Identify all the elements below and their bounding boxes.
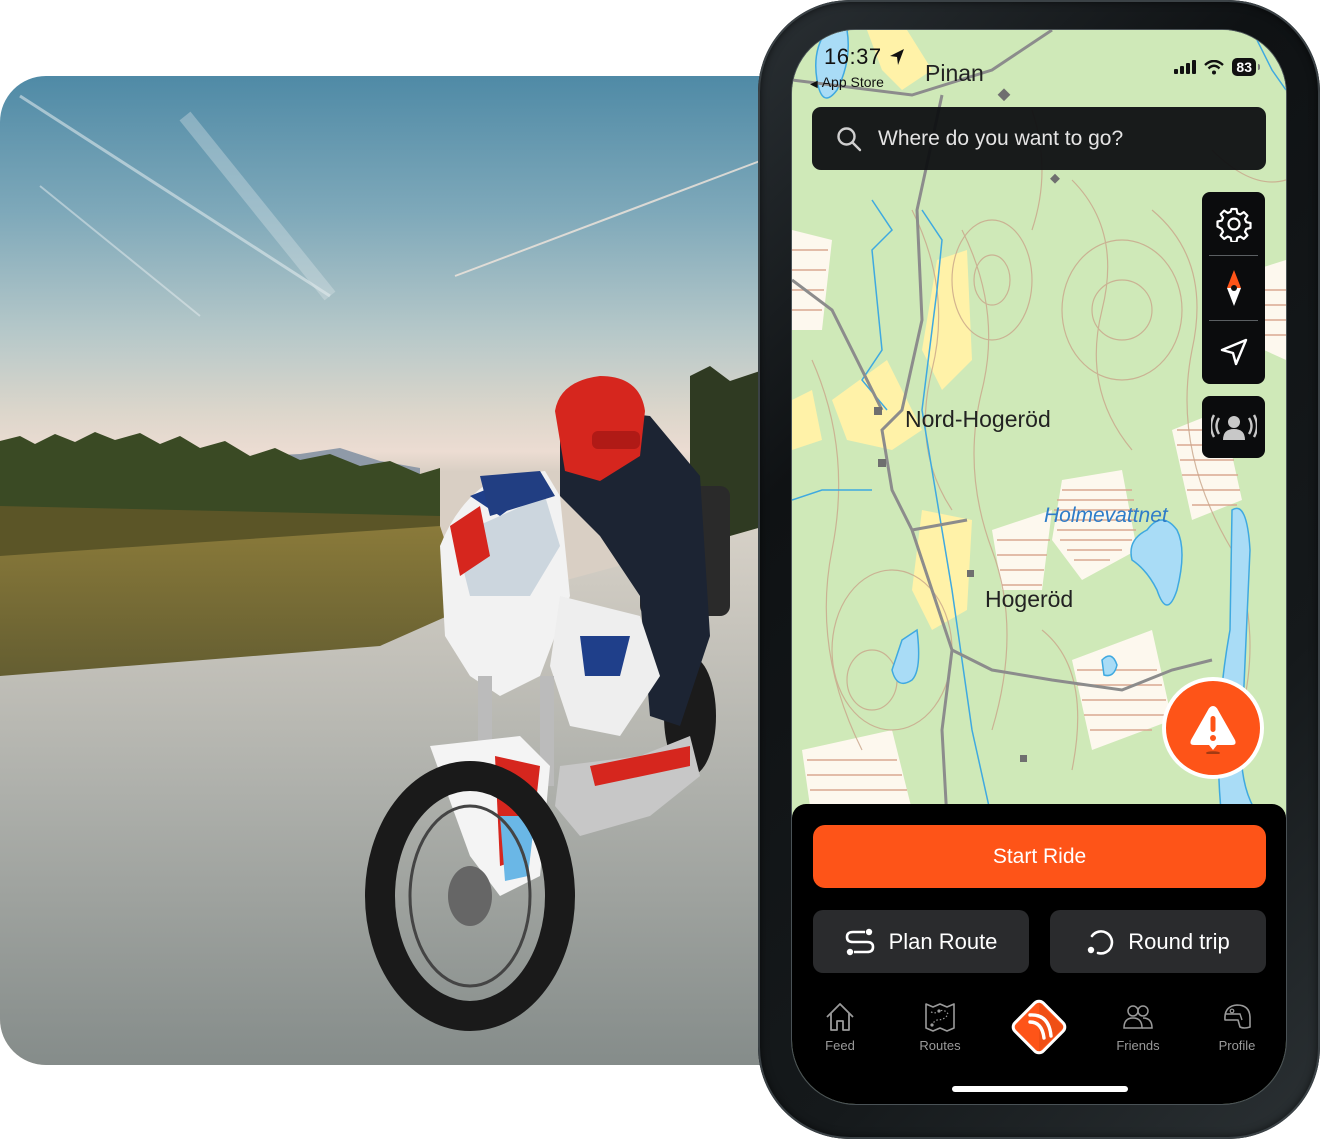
round-trip-label: Round trip (1128, 928, 1230, 954)
tab-feed[interactable]: Feed (805, 1000, 875, 1053)
route-icon (845, 928, 874, 955)
tab-label: Profile (1218, 1038, 1256, 1053)
phone-screen: Pinan Nord-Hogeröd Holmevattnet Hogeröd … (792, 30, 1286, 1104)
back-to-app-store[interactable]: ◀ App Store (810, 74, 884, 90)
helmet-icon (1224, 1004, 1251, 1029)
status-indicators: 83 (1174, 58, 1260, 76)
contrail (179, 111, 336, 301)
hazard-alert-button[interactable] (1162, 677, 1264, 779)
map-label-holmevattnet: Holmevattnet (1044, 504, 1168, 527)
tab-profile[interactable]: Profile (1202, 1000, 1272, 1053)
map-label-hogerod: Hogeröd (985, 586, 1074, 612)
bottom-sheet: Start Ride Plan Route Round trip Feed Ro… (792, 804, 1286, 1104)
compass-icon (1226, 269, 1241, 306)
battery-icon: 83 (1232, 58, 1260, 76)
contrail (39, 185, 201, 317)
gear-icon (1215, 207, 1252, 242)
round-trip-button[interactable]: Round trip (1050, 910, 1266, 973)
friends-icon (1123, 1005, 1153, 1029)
back-label: App Store (821, 74, 884, 90)
tab-home-logo[interactable] (1004, 992, 1074, 1062)
phone-frame: Pinan Nord-Hogeröd Holmevattnet Hogeröd … (758, 0, 1320, 1139)
compass-button[interactable] (1202, 256, 1265, 319)
live-tracking-button[interactable] (1202, 396, 1265, 458)
status-time: 16:37 (824, 44, 882, 69)
start-ride-button[interactable]: Start Ride (813, 825, 1266, 888)
contrail (19, 94, 331, 298)
tab-label: Feed (825, 1038, 855, 1053)
motorcycle-photo-illustration (0, 94, 800, 1065)
tab-bar: Feed Routes Friends Profile (792, 992, 1286, 1072)
contrail (454, 160, 761, 277)
round-trip-icon (1088, 929, 1114, 955)
tab-friends[interactable]: Friends (1103, 1000, 1173, 1053)
tab-label: Routes (919, 1038, 961, 1053)
map-label-nord-hogerod: Nord-Hogeröd (905, 406, 1051, 432)
location-arrow-icon (1220, 339, 1247, 366)
live-tracking-icon (1210, 414, 1257, 440)
alert-triangle-icon (1190, 706, 1236, 754)
search-input[interactable] (878, 126, 1238, 151)
home-icon (826, 1003, 854, 1031)
settings-button[interactable] (1202, 192, 1265, 255)
wifi-icon (1204, 59, 1225, 74)
search-icon (837, 126, 862, 151)
plan-route-label: Plan Route (888, 928, 998, 954)
map-controls (1202, 192, 1265, 384)
app-logo-icon (1011, 999, 1067, 1055)
map-label-pinan: Pinan (925, 60, 984, 86)
map-icon (925, 1003, 955, 1032)
signal-icon (1174, 60, 1197, 74)
tab-routes[interactable]: Routes (905, 1000, 975, 1053)
location-arrow-icon (890, 49, 904, 65)
tab-label: Friends (1116, 1038, 1160, 1053)
plan-route-button[interactable]: Plan Route (813, 910, 1029, 973)
locate-me-button[interactable] (1202, 321, 1265, 384)
home-indicator[interactable] (952, 1086, 1128, 1092)
back-triangle-icon: ◀ (810, 79, 818, 90)
hero-photo (0, 76, 800, 1065)
search-bar[interactable] (812, 107, 1266, 170)
